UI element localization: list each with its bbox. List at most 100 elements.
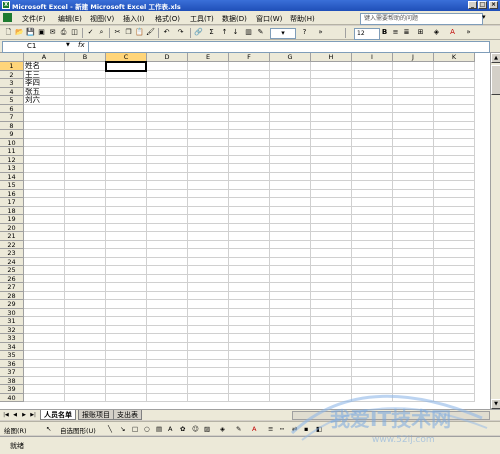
cell-a24[interactable]	[24, 257, 65, 266]
font-size-select[interactable]: 12	[354, 28, 380, 40]
cell-g6[interactable]	[270, 104, 311, 113]
cell-c16[interactable]	[106, 189, 147, 198]
cell-i3[interactable]	[352, 79, 393, 88]
cell-a27[interactable]	[24, 283, 65, 292]
cell-b7[interactable]	[65, 113, 106, 122]
cell-b29[interactable]	[65, 300, 106, 309]
cell-g15[interactable]	[270, 181, 311, 190]
cell-b35[interactable]	[65, 351, 106, 360]
column-header-g[interactable]: G	[270, 53, 311, 62]
cell-c11[interactable]	[106, 147, 147, 156]
cell-i33[interactable]	[352, 334, 393, 343]
cell-e20[interactable]	[188, 223, 229, 232]
cell-i13[interactable]	[352, 164, 393, 173]
cell-h36[interactable]	[311, 359, 352, 368]
row-header-35[interactable]: 35	[0, 351, 24, 360]
cell-c4[interactable]	[106, 87, 147, 96]
cell-h39[interactable]	[311, 385, 352, 394]
formula-input[interactable]	[88, 41, 490, 53]
cell-c7[interactable]	[106, 113, 147, 122]
cell-g30[interactable]	[270, 308, 311, 317]
column-header-b[interactable]: B	[65, 53, 106, 62]
cell-b15[interactable]	[65, 181, 106, 190]
cell-i30[interactable]	[352, 308, 393, 317]
cell-e39[interactable]	[188, 385, 229, 394]
cell-e12[interactable]	[188, 155, 229, 164]
cell-b40[interactable]	[65, 393, 106, 402]
row-header-22[interactable]: 22	[0, 240, 24, 249]
cell-c15[interactable]	[106, 181, 147, 190]
cell-d18[interactable]	[147, 206, 188, 215]
cell-f5[interactable]	[229, 96, 270, 105]
cell-c26[interactable]	[106, 274, 147, 283]
cell-k11[interactable]	[434, 147, 475, 156]
cell-j5[interactable]	[393, 96, 434, 105]
dash-style-icon[interactable]: ┅	[280, 425, 284, 433]
cell-a34[interactable]	[24, 342, 65, 351]
cell-c32[interactable]	[106, 325, 147, 334]
cell-h25[interactable]	[311, 266, 352, 275]
cell-k3[interactable]	[434, 79, 475, 88]
cell-e1[interactable]	[188, 62, 229, 71]
cell-j15[interactable]	[393, 181, 434, 190]
cell-a16[interactable]	[24, 189, 65, 198]
cell-g25[interactable]	[270, 266, 311, 275]
cell-h5[interactable]	[311, 96, 352, 105]
cell-i23[interactable]	[352, 249, 393, 258]
cell-f12[interactable]	[229, 155, 270, 164]
cell-a23[interactable]	[24, 249, 65, 258]
cell-j6[interactable]	[393, 104, 434, 113]
cell-a30[interactable]	[24, 308, 65, 317]
cell-f37[interactable]	[229, 368, 270, 377]
cell-i19[interactable]	[352, 215, 393, 224]
next-sheet-icon[interactable]: ▶	[20, 411, 28, 419]
cell-f7[interactable]	[229, 113, 270, 122]
scroll-up-icon[interactable]: ▲	[491, 53, 500, 63]
cell-i17[interactable]	[352, 198, 393, 207]
cell-j22[interactable]	[393, 240, 434, 249]
cell-f4[interactable]	[229, 87, 270, 96]
minimize-button[interactable]: _	[468, 1, 477, 9]
line-color-icon[interactable]: ✎	[236, 425, 241, 433]
cell-c12[interactable]	[106, 155, 147, 164]
cell-b28[interactable]	[65, 291, 106, 300]
cell-h9[interactable]	[311, 130, 352, 139]
fill-color-icon[interactable]: ◈	[432, 28, 441, 37]
cell-b36[interactable]	[65, 359, 106, 368]
cell-g4[interactable]	[270, 87, 311, 96]
row-header-9[interactable]: 9	[0, 130, 24, 139]
row-header-34[interactable]: 34	[0, 342, 24, 351]
cell-f11[interactable]	[229, 147, 270, 156]
cell-g26[interactable]	[270, 274, 311, 283]
cell-k13[interactable]	[434, 164, 475, 173]
cell-d25[interactable]	[147, 266, 188, 275]
cell-c22[interactable]	[106, 240, 147, 249]
vertical-scrollbar[interactable]: ▲ ▼	[490, 53, 500, 409]
cell-k39[interactable]	[434, 385, 475, 394]
row-header-24[interactable]: 24	[0, 257, 24, 266]
cell-g1[interactable]	[270, 62, 311, 71]
cell-f27[interactable]	[229, 283, 270, 292]
sort-asc-icon[interactable]: ↑	[220, 28, 229, 37]
cell-i26[interactable]	[352, 274, 393, 283]
cell-i12[interactable]	[352, 155, 393, 164]
row-header-20[interactable]: 20	[0, 223, 24, 232]
cell-f18[interactable]	[229, 206, 270, 215]
wordart-icon[interactable]: A	[168, 425, 172, 433]
cell-h2[interactable]	[311, 70, 352, 79]
cell-k16[interactable]	[434, 189, 475, 198]
cell-e31[interactable]	[188, 317, 229, 326]
last-sheet-icon[interactable]: ▶|	[29, 411, 37, 419]
cell-h34[interactable]	[311, 342, 352, 351]
row-header-29[interactable]: 29	[0, 300, 24, 309]
cell-f30[interactable]	[229, 308, 270, 317]
cell-f15[interactable]	[229, 181, 270, 190]
cell-d22[interactable]	[147, 240, 188, 249]
cell-f10[interactable]	[229, 138, 270, 147]
cell-c40[interactable]	[106, 393, 147, 402]
cell-g8[interactable]	[270, 121, 311, 130]
cell-h31[interactable]	[311, 317, 352, 326]
cell-a9[interactable]	[24, 130, 65, 139]
cell-c21[interactable]	[106, 232, 147, 241]
cell-h23[interactable]	[311, 249, 352, 258]
